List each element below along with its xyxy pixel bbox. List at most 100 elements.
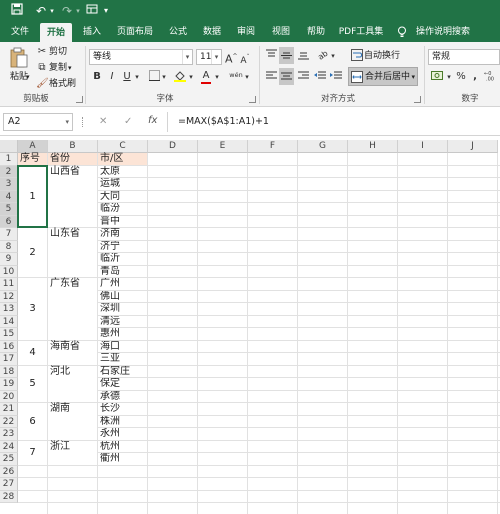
copy-icon[interactable]: ⧉ [36,61,48,75]
column-header-e[interactable]: E [198,140,248,153]
city-cell[interactable]: 运城 [100,178,147,191]
city-cell[interactable]: 广州 [100,278,147,291]
row-header-1[interactable]: 1 [0,153,18,166]
fill-color-icon[interactable] [173,70,187,87]
city-cell[interactable]: 济宁 [100,241,147,254]
city-cell[interactable]: 永州 [100,428,147,441]
orientation-icon[interactable]: ab [315,48,329,65]
percent-button[interactable]: % [455,70,467,84]
city-cell[interactable]: 衢州 [100,453,147,466]
row-header-21[interactable]: 21 [0,403,18,416]
row-header-28[interactable]: 28 [0,490,18,503]
merged-number-cell[interactable]: 1 [18,165,47,227]
number-format-combo[interactable]: 常规 [428,49,500,65]
city-cell[interactable]: 保定 [100,378,147,391]
increase-decimal-icon[interactable]: ←0.00 [483,70,499,86]
tab-page-layout[interactable]: 页面布局 [113,22,157,42]
name-box[interactable]: A2 ▾ [3,113,73,131]
row-header-22[interactable]: 22 [0,415,18,428]
row-header-23[interactable]: 23 [0,428,18,441]
city-cell[interactable]: 临沂 [100,253,147,266]
tab-data[interactable]: 数据 [199,22,225,42]
cut-icon[interactable]: ✂ [36,45,48,59]
row-header-8[interactable]: 8 [0,240,18,253]
align-center-icon[interactable] [279,68,294,85]
tab-review[interactable]: 审阅 [233,22,259,42]
row-header-7[interactable]: 7 [0,228,18,241]
font-color-icon[interactable]: A [200,69,212,84]
align-bottom-icon[interactable] [296,49,310,65]
tab-insert[interactable]: 插入 [78,22,106,42]
undo-dropdown-icon[interactable]: ▾ [48,3,56,19]
city-cell[interactable]: 佛山 [100,291,147,304]
row-header-20[interactable]: 20 [0,390,18,403]
align-left-icon[interactable] [264,70,278,86]
tab-view[interactable]: 视图 [268,22,294,42]
column-header-f[interactable]: F [248,140,298,153]
merged-province-cell[interactable]: 海南省 [48,340,97,365]
city-cell[interactable]: 株洲 [100,416,147,429]
splitter-handle[interactable] [82,117,84,127]
row-header-12[interactable]: 12 [0,290,18,303]
row-header-16[interactable]: 16 [0,340,18,353]
tab-file[interactable]: 文件 [6,22,34,42]
city-cell[interactable]: 杭州 [100,441,147,454]
align-top-icon[interactable] [264,49,278,65]
chevron-down-icon[interactable]: ▾ [65,114,69,130]
column-header-c[interactable]: C [98,140,148,153]
city-cell[interactable]: 青岛 [100,266,147,279]
row-header-11[interactable]: 11 [0,278,18,291]
worksheet-grid[interactable]: ABCDEFGHIJ 1 2 3 4 5 6 7 8 9 10 11 12 13 14 15 16 17 18 19… [0,140,500,514]
merged-number-cell[interactable]: 2 [18,228,47,277]
row-header-25[interactable]: 25 [0,453,18,466]
tab-pdf-tools[interactable]: PDF工具集 [337,22,385,42]
tab-formulas[interactable]: 公式 [165,22,191,42]
align-middle-icon[interactable] [279,47,294,64]
format-painter-button[interactable]: 格式刷 [49,77,76,91]
decrease-indent-icon[interactable] [313,70,327,86]
alignment-launcher-icon[interactable] [414,96,421,103]
formula-input[interactable]: =MAX($A$1:A1)+1 [178,113,269,131]
cut-button[interactable]: 剪切 [49,45,67,59]
font-color-dropdown-icon[interactable]: ▾ [213,70,221,84]
paste-dropdown-icon[interactable]: ▾ [26,70,30,84]
tab-home[interactable]: 开始 [40,23,72,42]
currency-icon[interactable] [430,70,444,86]
phonetic-icon[interactable]: wén [228,68,244,82]
city-cell[interactable]: 长沙 [100,403,147,416]
tell-me-search[interactable]: 操作说明搜索 [414,22,472,42]
border-dropdown-icon[interactable]: ▾ [160,70,168,84]
row-header-24[interactable]: 24 [0,440,18,453]
underline-dropdown-icon[interactable]: ▾ [133,70,141,84]
header-cell-city[interactable]: 市/区 [98,153,147,165]
grow-font-icon[interactable]: A^ [225,50,238,67]
wrap-text-button[interactable]: 自动换行 [364,49,400,63]
clipboard-launcher-icon[interactable] [76,96,83,103]
merged-province-cell[interactable]: 山东省 [48,228,97,277]
underline-button[interactable]: U [121,70,133,84]
merged-number-cell[interactable]: 7 [18,440,47,465]
city-cell[interactable]: 三亚 [100,353,147,366]
city-cell[interactable]: 清远 [100,316,147,329]
merged-province-cell[interactable]: 湖南 [48,403,97,440]
redo-icon[interactable]: ↷ [60,3,74,19]
copy-dropdown-icon[interactable]: ▾ [68,61,72,75]
font-launcher-icon[interactable] [249,96,256,103]
orientation-dropdown-icon[interactable]: ▾ [329,49,337,63]
column-header-i[interactable]: I [398,140,448,153]
chevron-down-icon[interactable]: ▾ [182,50,192,64]
city-cell[interactable]: 惠州 [100,328,147,341]
fill-dropdown-icon[interactable]: ▾ [187,70,195,84]
header-cell-province[interactable]: 省份 [48,153,97,165]
row-header-2[interactable]: 2 [0,165,18,178]
city-cell[interactable]: 太原 [100,166,147,179]
column-header-d[interactable]: D [148,140,198,153]
row-header-9[interactable]: 9 [0,253,18,266]
paste-icon[interactable] [8,47,30,71]
merged-province-cell[interactable]: 广东省 [48,278,97,340]
undo-icon[interactable]: ↶ [34,3,48,19]
cancel-icon[interactable]: ✕ [99,116,107,127]
column-header-b[interactable]: B [48,140,98,153]
row-header-17[interactable]: 17 [0,353,18,366]
row-header-19[interactable]: 19 [0,378,18,391]
